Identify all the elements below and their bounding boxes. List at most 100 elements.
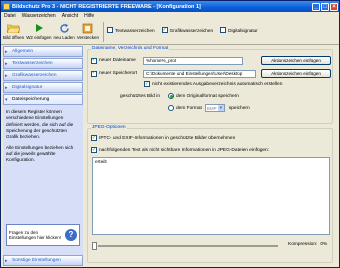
custom-format-label: dem Format xyxy=(176,105,202,111)
sidebar-item-textwasserzeichen[interactable]: ▸ Textwasserzeichen xyxy=(3,58,83,69)
sidebar-item-sonstige[interactable]: ▸ Sonstige Einstellungen xyxy=(3,255,83,266)
hide-icon xyxy=(81,22,95,34)
play-icon xyxy=(32,22,46,34)
format-value: BMP xyxy=(206,105,217,111)
graphic-watermark-checkbox[interactable]: ✓ Grafikwasserzeichen xyxy=(161,26,214,33)
reload-button[interactable]: neu Laden xyxy=(53,21,75,40)
chevron-right-icon: ▸ xyxy=(5,84,8,91)
sidebar-item-digitalsignatur[interactable]: ▸ Digitalsignatur xyxy=(3,82,83,93)
description-paragraph: Alle Einstellungen beziehen sich auf die… xyxy=(6,144,74,163)
question-icon: ? xyxy=(65,229,77,241)
jpeg-options-group: JPEG-Optionen ✓ IPTC- und EXIF-Informati… xyxy=(87,125,333,263)
comment-row: ✓ nachfolgenden Text als nicht sichtbare… xyxy=(91,147,269,153)
save-as-label-row: geschütztes Bild in xyxy=(120,94,160,99)
save-as-label: geschütztes Bild in xyxy=(120,94,160,99)
help-hint-text: Fragen zu den Einstellungen hier klicken… xyxy=(9,230,62,240)
chevron-right-icon: ▸ xyxy=(5,257,8,264)
new-path-checkbox[interactable]: ✓ xyxy=(91,70,97,77)
text-watermark-label: Textwasserzeichen xyxy=(115,27,155,33)
reload-label: neu Laden xyxy=(53,35,75,40)
sidebar-item-label: Allgemein xyxy=(12,49,34,54)
custom-format-row: dem Format BMP ▼ speichern xyxy=(168,104,250,112)
new-path-row: ✓ neuer Speicherort C:\Dokumente und Ein… xyxy=(91,69,331,78)
custom-format-suffix: speichern xyxy=(228,105,250,111)
new-filename-label: neuer Dateiname xyxy=(99,58,136,63)
insert-action-char-button[interactable]: Aktionszeichen einfügen xyxy=(261,56,331,65)
menu-wasserzeichen[interactable]: Wasserzeichen xyxy=(22,13,56,19)
insert-action-char-button-2[interactable]: Aktionszeichen einfügen xyxy=(261,69,331,78)
sidebar-item-dateispeicherung[interactable]: ▾ Dateispeicherung xyxy=(3,94,83,105)
sidebar-item-label: Dateispeicherung xyxy=(12,97,50,102)
comment-textarea[interactable]: erteilt xyxy=(92,157,330,235)
checkbox-box xyxy=(107,27,114,33)
original-format-row: dem Originalformat speichern xyxy=(168,93,239,99)
file-settings-group: Dateiname, Verzeichnis und Format ✓ neue… xyxy=(87,46,333,124)
sidebar-item-allgemein[interactable]: ▸ Allgemein xyxy=(3,46,83,57)
create-dir-checkbox[interactable]: ✓ xyxy=(144,81,150,87)
chevron-right-icon: ▸ xyxy=(5,48,8,55)
hide-button[interactable]: Verstecken xyxy=(77,21,99,40)
slider-thumb[interactable] xyxy=(92,242,97,250)
new-filename-row: ✓ neuer Dateiname %home%_prot Aktionszei… xyxy=(91,56,331,65)
compression-label: Kompression: xyxy=(288,242,318,247)
create-dir-label: nicht existierendes Ausgabeverzeichnis a… xyxy=(152,81,283,87)
dropdown-arrow-icon: ▼ xyxy=(217,105,224,111)
sidebar-item-label: Textwasserzeichen xyxy=(12,61,53,66)
original-format-label: dem Originalformat speichern xyxy=(176,93,239,99)
digital-signature-label: Digitalsignatur xyxy=(228,27,258,33)
menu-bar: Datei Wasserzeichen Ansicht Hilfe xyxy=(1,12,339,20)
minimize-button[interactable]: _ xyxy=(312,2,320,11)
iptc-checkbox[interactable]: ✓ xyxy=(91,135,97,141)
title-bar: Bildschutz Pro 3 - NICHT REGISTRIERTE FR… xyxy=(1,1,339,12)
menu-ansicht[interactable]: Ansicht xyxy=(62,13,78,19)
maximize-button[interactable]: □ xyxy=(321,2,329,11)
checkbox-box: ✓ xyxy=(161,26,168,33)
app-window: Bildschutz Pro 3 - NICHT REGISTRIERTE FR… xyxy=(0,0,340,268)
chevron-down-icon: ▾ xyxy=(5,96,8,103)
chevron-right-icon: ▸ xyxy=(5,60,8,67)
reload-icon xyxy=(57,22,71,34)
open-image-label: Bild öffnen xyxy=(3,35,25,40)
chevron-right-icon: ▸ xyxy=(5,72,8,79)
compression-slider[interactable] xyxy=(92,242,282,250)
new-path-label: neuer Speicherort xyxy=(99,71,138,76)
hide-label: Verstecken xyxy=(76,35,100,40)
new-filename-input[interactable]: %home%_prot xyxy=(143,56,243,65)
menu-hilfe[interactable]: Hilfe xyxy=(84,13,94,19)
comment-checkbox[interactable]: ✓ xyxy=(91,147,97,153)
toolbar: Bild öffnen W2 einfügen neu Laden Verste… xyxy=(1,21,339,45)
description-paragraph: In diesem Register können verschiedene E… xyxy=(6,109,74,140)
compression-value: 0% xyxy=(320,242,328,247)
graphic-watermark-label: Grafikwasserzeichen xyxy=(169,27,214,33)
menu-datei[interactable]: Datei xyxy=(4,13,16,19)
open-folder-icon xyxy=(7,22,21,34)
toolbar-separator xyxy=(103,22,105,42)
window-title: Bildschutz Pro 3 - NICHT REGISTRIERTE FR… xyxy=(12,3,201,10)
insert-watermark-button[interactable]: W2 einfügen xyxy=(26,21,51,40)
help-hint-box[interactable]: Fragen zu den Einstellungen hier klicken… xyxy=(6,224,80,246)
group-title: JPEG-Optionen xyxy=(91,125,127,130)
insert-watermark-label: W2 einfügen xyxy=(26,35,52,40)
sidebar-item-grafikwasserzeichen[interactable]: ▸ Grafikwasserzeichen xyxy=(3,70,83,81)
new-filename-checkbox[interactable]: ✓ xyxy=(91,57,97,64)
digital-signature-checkbox[interactable]: Digitalsignatur xyxy=(220,27,258,33)
create-dir-row: ✓ nicht existierendes Ausgabeverzeichnis… xyxy=(144,81,282,87)
comment-label: nachfolgenden Text als nicht sichtbare I… xyxy=(99,147,270,153)
app-icon xyxy=(3,3,10,10)
format-select[interactable]: BMP ▼ xyxy=(204,104,225,112)
sidebar-item-label: Digitalsignatur xyxy=(12,85,43,90)
sidebar-description: In diesem Register können verschiedene E… xyxy=(3,106,83,171)
text-watermark-checkbox[interactable]: Textwasserzeichen xyxy=(107,27,155,33)
open-image-button[interactable]: Bild öffnen xyxy=(3,21,24,40)
iptc-row: ✓ IPTC- und EXIF-Informationen in geschü… xyxy=(91,135,235,141)
sidebar-item-label: Sonstige Einstellungen xyxy=(12,258,61,263)
compression-row: Kompression: 0% xyxy=(288,242,327,247)
new-path-input[interactable]: C:\Dokumente und Einstellungen\User\Desk… xyxy=(143,69,256,78)
iptc-label: IPTC- und EXIF-Informationen in geschütz… xyxy=(99,135,236,141)
sidebar-item-label: Grafikwasserzeichen xyxy=(12,73,57,78)
sidebar: ▸ Allgemein ▸ Textwasserzeichen ▸ Grafikwas… xyxy=(3,46,83,266)
close-button[interactable]: × xyxy=(330,2,338,11)
original-format-radio[interactable] xyxy=(168,93,174,99)
group-title: Dateiname, Verzeichnis und Format xyxy=(91,46,170,51)
custom-format-radio[interactable] xyxy=(168,105,174,111)
